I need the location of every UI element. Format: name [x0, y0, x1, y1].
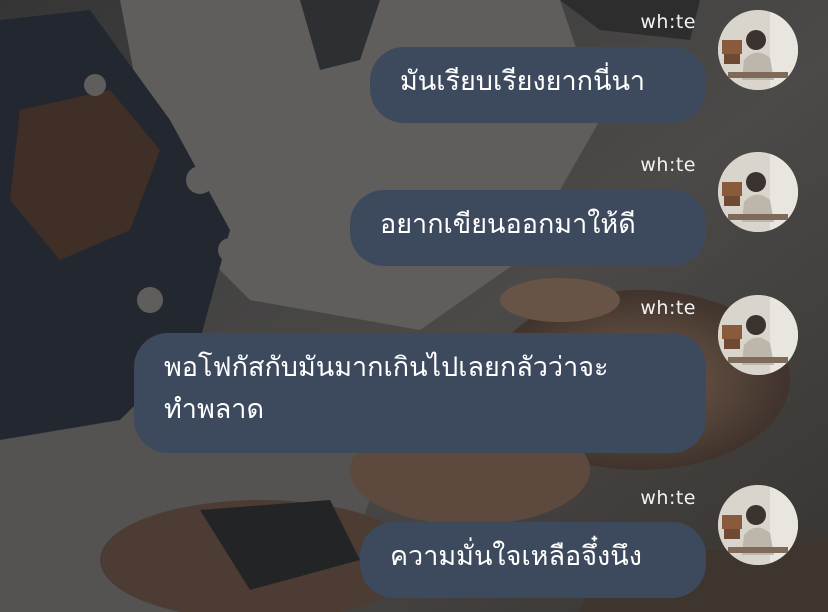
message-bubble[interactable]: พอโฟกัสกับมันมากเกินไปเลยกลัวว่าจะ ทำพลา…	[134, 333, 706, 453]
profile-photo-icon	[718, 485, 798, 565]
avatar[interactable]	[718, 152, 798, 232]
sender-name: wh:te	[640, 154, 696, 176]
avatar[interactable]	[718, 10, 798, 90]
profile-photo-icon	[718, 295, 798, 375]
avatar[interactable]	[718, 485, 798, 565]
sender-name: wh:te	[640, 297, 696, 319]
avatar[interactable]	[718, 295, 798, 375]
profile-photo-icon	[718, 152, 798, 232]
message-bubble[interactable]: ความมั่นใจเหลือจึ๋งนึง	[360, 522, 706, 598]
message-bubble[interactable]: มันเรียบเรียงยากนี่นา	[370, 47, 706, 123]
profile-photo-icon	[718, 10, 798, 90]
message-bubble[interactable]: อยากเขียนออกมาให้ดี	[350, 190, 706, 266]
sender-name: wh:te	[640, 487, 696, 509]
sender-name: wh:te	[640, 11, 696, 33]
